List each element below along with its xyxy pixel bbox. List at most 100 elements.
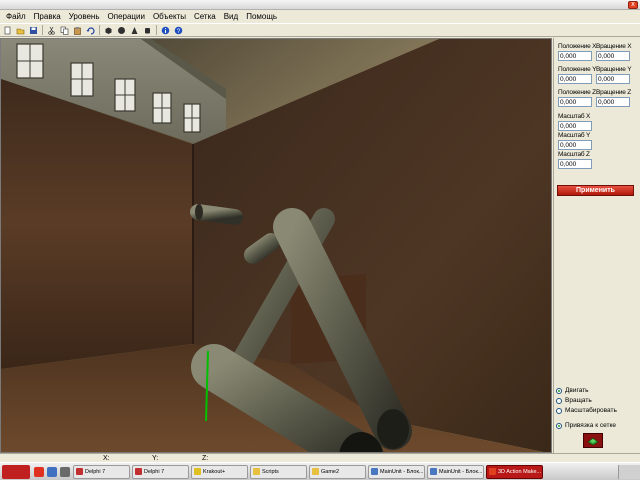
task-label: Game2 [321,468,340,475]
scale-z-label: Масштаб Z [558,151,590,158]
title-bar: x [0,0,640,10]
taskbar-task[interactable]: Delphi 7 [132,464,189,479]
taskbar-task[interactable]: Krakout+ [191,464,248,479]
rot-y-label: Вращение Y [596,66,632,73]
3d-viewport[interactable] [0,38,552,453]
snap-to-grid-radio[interactable]: Привязка к сетке [556,422,616,429]
sphere-object-button[interactable] [116,25,126,35]
task-app-icon [194,468,201,475]
properties-panel: Положение X Вращение X Положение Y Враще… [553,38,640,453]
taskbar-task[interactable]: Delphi 7 [73,464,130,479]
menu-item-0[interactable]: Файл [2,11,30,23]
task-app-icon [76,468,83,475]
paste-icon [73,26,81,35]
taskbar-task[interactable]: Scripts [250,464,307,479]
copy-icon [60,26,68,35]
menu-bar: Файл Правка Уровень Операции Объекты Сетка Вид… [0,10,640,23]
menu-item-4[interactable]: Объекты [149,11,190,23]
pos-y-field[interactable] [558,74,592,84]
mode-move-radio[interactable]: Двигать [556,387,589,394]
cylinder-object-button[interactable] [142,25,152,35]
rot-z-label: Вращение Z [596,89,632,96]
grid-tool-icon [587,437,599,445]
sphere-object-icon [117,26,125,34]
system-tray [618,464,640,479]
toolbar: ? [0,23,640,37]
task-label: Delphi 7 [144,468,165,475]
mode-scale-dot [556,407,562,414]
scale-x-label: Масштаб X [558,113,591,120]
mode-rotate-label: Вращать [565,397,592,404]
task-label: Scripts [262,468,279,475]
cone-object-button[interactable] [129,25,139,35]
paste-button[interactable] [72,25,82,35]
open-folder-button[interactable] [15,25,25,35]
snap-label: Привязка к сетке [565,422,617,429]
toolbar-separator [42,25,43,35]
task-app-icon [371,468,378,475]
taskbar-task[interactable]: MainUnit - Блок... [368,464,425,479]
pos-z-field[interactable] [558,97,592,107]
app-window: x Файл Правка Уровень Операции Объекты Сетка В… [0,0,640,462]
scale-z-field[interactable] [558,159,592,169]
mode-move-dot [556,387,562,394]
taskbar-task[interactable]: Game2 [309,464,366,479]
info-button[interactable] [160,25,170,35]
box-object-button[interactable] [103,25,113,35]
menu-item-3[interactable]: Операции [104,11,149,23]
cut-button[interactable] [46,25,56,35]
save-button[interactable] [28,25,38,35]
pos-x-field[interactable] [558,51,592,61]
grid-tool-button[interactable] [583,433,603,448]
menu-item-5[interactable]: Сетка [190,11,220,23]
quicklaunch-icon-2[interactable] [47,466,57,477]
new-file-button[interactable] [2,25,12,35]
taskbar-task[interactable]: MainUnit - Блок... [427,464,484,479]
task-label: 3D Action Make... [498,468,542,475]
pos-y-label: Положение Y [558,66,597,73]
box-object-icon [105,27,111,34]
pos-x-label: Положение X [558,43,597,50]
snap-dot [556,422,562,429]
scale-y-field[interactable] [558,140,592,150]
menu-item-6[interactable]: Вид [220,11,242,23]
rot-x-label: Вращение X [596,43,632,50]
start-button[interactable] [2,464,30,479]
menu-item-7[interactable]: Помощь [242,11,281,23]
save-icon [29,26,37,34]
task-app-icon [312,468,319,475]
cut-icon [47,26,55,35]
task-app-icon [135,468,142,475]
mode-move-label: Двигать [565,387,589,394]
toolbar-separator [156,25,157,35]
mode-scale-radio[interactable]: Масштабировать [556,407,617,414]
taskbar-task[interactable]: 3D Action Make... [486,464,543,479]
open-folder-icon [16,28,24,34]
task-app-icon [430,468,437,475]
undo-button[interactable] [85,25,95,35]
pos-z-label: Положение Z [558,89,596,96]
rot-x-field[interactable] [596,51,630,61]
task-label: MainUnit - Блок... [439,468,483,475]
task-label: MainUnit - Блок... [380,468,424,475]
help-icon: ? [174,26,182,34]
mode-rotate-dot [556,397,562,404]
task-label: Krakout+ [203,468,226,475]
scale-x-field[interactable] [558,121,592,131]
task-app-icon [489,468,496,475]
apply-button[interactable]: Применить [557,185,634,196]
rot-z-field[interactable] [596,97,630,107]
help-button[interactable]: ? [173,25,183,35]
windows-taskbar: Delphi 7 Delphi 7 Krakout+ Scripts Game2 Main… [0,462,640,480]
task-label: Delphi 7 [85,468,106,475]
quicklaunch-icon-1[interactable] [34,466,44,477]
close-button[interactable]: x [628,1,638,9]
menu-item-2[interactable]: Уровень [65,11,104,23]
toolbar-separator [99,25,100,35]
mode-rotate-radio[interactable]: Вращать [556,397,592,404]
copy-button[interactable] [59,25,69,35]
info-icon [161,26,169,34]
menu-item-1[interactable]: Правка [30,11,65,23]
rot-y-field[interactable] [596,74,630,84]
quicklaunch-icon-3[interactable] [60,466,70,477]
